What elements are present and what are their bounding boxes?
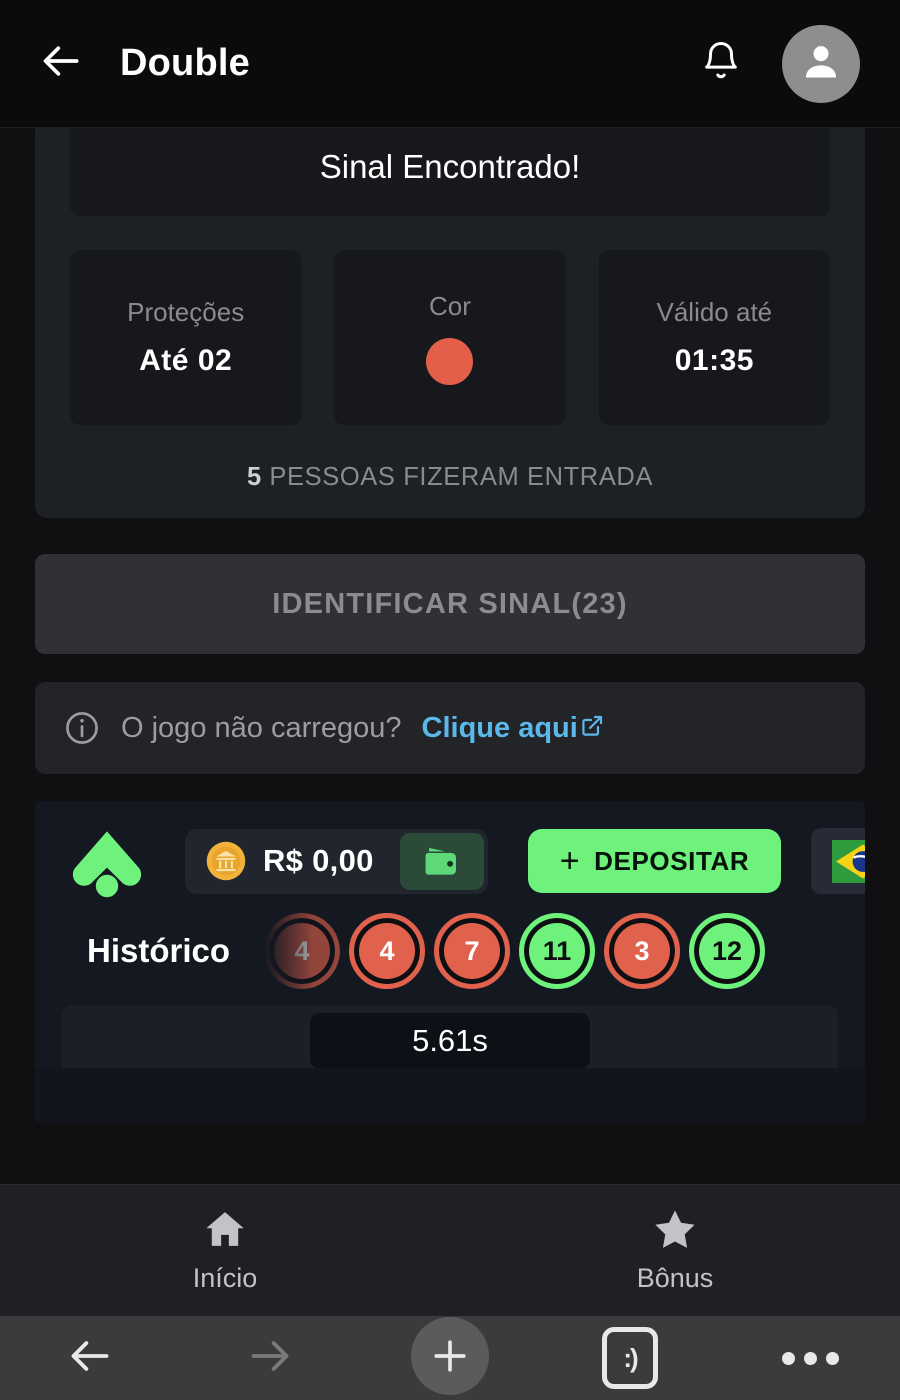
- notifications-button[interactable]: [694, 37, 748, 91]
- tab-label: Bônus: [636, 1263, 714, 1293]
- wallet-button[interactable]: [399, 832, 484, 890]
- stat-label: Proteções: [127, 297, 245, 327]
- stat-valid-until: Válido até 01:35: [598, 250, 830, 425]
- signal-card: Sinal Encontrado! Proteções Até 02 Cor V…: [35, 128, 865, 518]
- stat-label: Válido até: [656, 297, 773, 327]
- language-button[interactable]: [811, 828, 865, 894]
- game-topbar: R$ 0,00 + DEPOSITAR: [35, 801, 865, 899]
- arrow-left-icon: [63, 1334, 117, 1383]
- stat-value: Até 02: [139, 344, 233, 377]
- history-ball[interactable]: 12: [689, 913, 766, 989]
- click-here-link[interactable]: Clique aqui: [422, 712, 604, 745]
- history-ball[interactable]: 4: [264, 913, 341, 989]
- stat-value: 01:35: [674, 344, 754, 377]
- avatar[interactable]: [782, 24, 860, 103]
- page-title: Double: [120, 42, 250, 84]
- browser-new-tab-button[interactable]: [360, 1316, 540, 1400]
- game-load-info-bar: O jogo não carregou? Clique aqui: [35, 682, 865, 774]
- tab-label: Início: [192, 1263, 258, 1293]
- entries-count-line: 5 PESSOAS FIZERAM ENTRADA: [35, 463, 865, 492]
- round-timer: 5.61s: [310, 1013, 590, 1069]
- home-icon: [203, 1207, 247, 1251]
- app-header: Double: [0, 0, 900, 128]
- arrow-right-icon: [243, 1334, 297, 1383]
- bank-coin-icon: [205, 840, 247, 882]
- tab-inicio[interactable]: Início: [0, 1185, 450, 1316]
- history-ball[interactable]: 4: [349, 913, 426, 989]
- entries-count: 5: [246, 463, 262, 491]
- widget-footer-shade: [35, 1068, 865, 1123]
- wallet-icon: [421, 840, 463, 882]
- plus-icon: +: [559, 842, 581, 880]
- info-message: O jogo não carregou?: [121, 711, 402, 744]
- bell-icon: [700, 38, 742, 89]
- balance-pill[interactable]: R$ 0,00: [185, 828, 488, 894]
- identify-signal-button[interactable]: IDENTIFICAR SINAL(23): [35, 554, 865, 654]
- more-dots-icon: [781, 1351, 839, 1365]
- arrow-left-icon: [40, 39, 84, 88]
- history-row: Histórico 4 4 7 11 3 12: [35, 899, 865, 989]
- browser-toolbar: :): [0, 1316, 900, 1400]
- signal-banner: Sinal Encontrado!: [70, 128, 830, 216]
- tab-bonus[interactable]: Bônus: [450, 1185, 900, 1316]
- history-ball[interactable]: 7: [434, 913, 511, 989]
- deposit-label: DEPOSITAR: [594, 845, 750, 876]
- browser-forward-button[interactable]: [180, 1316, 360, 1400]
- history-label: Histórico: [87, 932, 231, 969]
- stat-label: Cor: [429, 290, 471, 321]
- person-icon: [799, 39, 843, 88]
- click-here-label: Clique aqui: [421, 711, 578, 744]
- tabs-icon: :): [602, 1327, 658, 1389]
- back-button[interactable]: [36, 38, 88, 90]
- stat-protections: Proteções Até 02: [70, 250, 302, 425]
- app-root: Double Sinal Encontrado! Proteções Até 0…: [0, 0, 900, 1400]
- blaze-arrow-logo: [67, 823, 147, 899]
- balance-amount: R$ 0,00: [263, 843, 374, 878]
- history-ball[interactable]: 11: [519, 913, 596, 989]
- info-circle-icon: [63, 709, 101, 747]
- entries-text: PESSOAS FIZERAM ENTRADA: [261, 463, 654, 491]
- signal-banner-text: Sinal Encontrado!: [319, 148, 581, 185]
- signal-color-dot: [426, 337, 474, 385]
- history-items: 4 4 7 11 3 12: [264, 913, 766, 989]
- brazil-flag-icon: [831, 839, 865, 883]
- external-link-icon: [580, 713, 604, 737]
- plus-icon: [411, 1317, 489, 1395]
- deposit-button[interactable]: + DEPOSITAR: [527, 829, 782, 893]
- browser-tabs-button[interactable]: :): [540, 1316, 720, 1400]
- browser-back-button[interactable]: [0, 1316, 180, 1400]
- signal-stats-row: Proteções Até 02 Cor Válido até 01:35: [35, 216, 865, 425]
- main-content: Sinal Encontrado! Proteções Até 02 Cor V…: [0, 128, 900, 1184]
- star-icon: [653, 1207, 697, 1251]
- game-widget: R$ 0,00 + DEPOSITAR Histórico 4 4 7 11 3…: [35, 801, 865, 1123]
- stat-color: Cor: [334, 250, 566, 425]
- browser-menu-button[interactable]: [720, 1316, 900, 1400]
- bottom-tabbar: Início Bônus: [0, 1184, 900, 1316]
- history-ball[interactable]: 3: [604, 913, 681, 989]
- round-timer-strip: 5.61s: [62, 1005, 838, 1077]
